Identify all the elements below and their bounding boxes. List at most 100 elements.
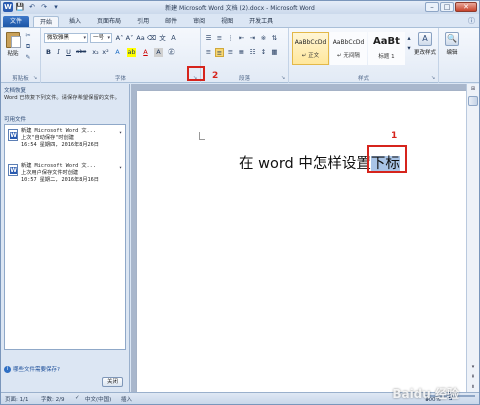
- list-item[interactable]: 新建 Microsoft Word 文... 上次用户保存文件时创建 10:57…: [7, 163, 123, 195]
- styles-more-icon[interactable]: ▾: [406, 44, 412, 53]
- italic-button[interactable]: I: [54, 48, 63, 57]
- clipboard-launcher-icon[interactable]: ↘: [33, 76, 38, 81]
- which-files-link[interactable]: i 哪些文件需要保存?: [4, 365, 60, 373]
- font-name-value: 微软雅黑: [47, 35, 70, 41]
- style-heading-1[interactable]: AaBt 标题 1: [368, 32, 405, 65]
- chevron-down-icon[interactable]: ▾: [119, 130, 122, 137]
- styles-scroll-icon[interactable]: ▴: [406, 34, 412, 43]
- char-shading-button[interactable]: A: [154, 48, 163, 57]
- tab-view[interactable]: 视图: [215, 16, 239, 27]
- distributed-icon[interactable]: ☷: [248, 48, 257, 57]
- phonetic-guide-icon[interactable]: 文: [158, 34, 167, 43]
- subscript-button[interactable]: x₂: [91, 48, 100, 57]
- tab-insert[interactable]: 插入: [63, 16, 87, 27]
- paste-button[interactable]: 粘贴: [5, 32, 21, 62]
- chinese-layout-icon[interactable]: ※: [259, 34, 268, 43]
- word-window: W 💾 ↶ ↷ ▾ 新建 Microsoft Word 文档 (2).docx …: [0, 0, 480, 405]
- tab-home[interactable]: 开始: [33, 16, 60, 27]
- tab-page-layout[interactable]: 页面布局: [91, 16, 127, 27]
- scroll-thumb[interactable]: [468, 96, 478, 106]
- change-styles-button[interactable]: A 更改样式: [413, 32, 437, 56]
- char-border-icon[interactable]: Ａ: [169, 34, 178, 43]
- line-spacing-icon[interactable]: ↕: [259, 48, 268, 57]
- shading-icon[interactable]: ▦: [270, 48, 279, 57]
- word-doc-icon: [8, 164, 18, 176]
- enclose-char-icon[interactable]: ㊣: [167, 48, 176, 57]
- shrink-font-icon[interactable]: A˅: [125, 34, 134, 43]
- bold-button[interactable]: B: [44, 48, 53, 57]
- superscript-button[interactable]: x²: [101, 48, 110, 57]
- next-page-icon[interactable]: ⇟: [467, 382, 479, 392]
- font-name-combo[interactable]: 微软雅黑 ▾: [44, 33, 88, 43]
- font-color-button[interactable]: A: [141, 48, 150, 57]
- tab-review[interactable]: 审阅: [187, 16, 211, 27]
- bullets-icon[interactable]: ☰: [204, 34, 213, 43]
- font-size-value: 一号: [93, 35, 105, 41]
- ruler-toggle-icon[interactable]: ⊞: [467, 84, 479, 94]
- font-group-label: 字体: [114, 76, 126, 82]
- increase-indent-icon[interactable]: ⇥: [248, 34, 257, 43]
- list-item[interactable]: 新建 Microsoft Word 文... 上次"自动保存"时创建 16:54…: [7, 128, 123, 160]
- help-icon[interactable]: ⓘ: [468, 16, 475, 26]
- copy-icon[interactable]: ⧉: [24, 43, 32, 51]
- tab-mailings[interactable]: 邮件: [159, 16, 183, 27]
- proofing-icon[interactable]: ✓: [75, 395, 80, 401]
- change-case-icon[interactable]: Aa: [136, 34, 145, 43]
- editing-group: 🔍 编辑: [439, 28, 465, 83]
- file-time: 10:57 星期二, 2016年8月16日: [21, 177, 99, 183]
- close-button[interactable]: ✕: [455, 2, 477, 12]
- scroll-down-icon[interactable]: ▾: [467, 362, 479, 372]
- strikethrough-button[interactable]: abe: [76, 48, 86, 57]
- align-right-icon[interactable]: ≡: [226, 48, 235, 57]
- align-center-icon[interactable]: ≡: [215, 48, 224, 57]
- change-styles-label: 更改样式: [413, 50, 436, 56]
- chevron-down-icon[interactable]: ▾: [119, 165, 122, 172]
- word-count[interactable]: 字数: 2/9: [41, 395, 64, 403]
- page-count[interactable]: 页面: 1/1: [5, 395, 28, 403]
- chevron-down-icon: ▾: [83, 35, 86, 41]
- language-indicator[interactable]: 中文(中国): [85, 395, 111, 403]
- font-size-combo[interactable]: 一号 ▾: [90, 33, 112, 43]
- clear-format-icon[interactable]: ⌫: [147, 34, 156, 43]
- file-desc: 上次用户保存文件时创建: [21, 170, 79, 176]
- decrease-indent-icon[interactable]: ⇤: [237, 34, 246, 43]
- tab-file[interactable]: 文件: [3, 16, 30, 27]
- cut-icon[interactable]: ✂: [24, 32, 32, 40]
- grow-font-icon[interactable]: A˄: [115, 34, 124, 43]
- prev-page-icon[interactable]: ⇞: [467, 372, 479, 382]
- maximize-button[interactable]: □: [440, 2, 454, 12]
- pane-close-button[interactable]: 关闭: [102, 377, 123, 387]
- tab-developer[interactable]: 开发工具: [243, 16, 279, 27]
- multilevel-list-icon[interactable]: ⋮: [226, 34, 235, 43]
- underline-button[interactable]: U: [64, 48, 73, 57]
- editing-button[interactable]: 🔍 编辑: [440, 32, 464, 56]
- numbering-icon[interactable]: ≡: [215, 34, 224, 43]
- align-left-icon[interactable]: ≡: [204, 48, 213, 57]
- ribbon: 粘贴 ✂ ⧉ ✎ 剪贴板 ↘ 微软雅黑 ▾ 一号 ▾ A˄ A˅ Aa ⌫ 文 Ａ: [1, 27, 479, 83]
- style-name: 标题 1: [378, 54, 395, 60]
- watermark: Baidu 经验: [392, 387, 459, 401]
- sort-icon[interactable]: ⇅: [270, 34, 279, 43]
- info-icon: i: [4, 365, 11, 373]
- insert-mode[interactable]: 插入: [121, 395, 132, 403]
- styles-group: AaBbCcDd ↵ 正文 AaBbCcDd ↵ 无间隔 AaBt 标题 1 ▴…: [289, 28, 439, 83]
- which-files-label: 哪些文件需要保存?: [13, 367, 60, 373]
- styles-launcher-icon[interactable]: ↘: [431, 76, 436, 81]
- vertical-scrollbar[interactable]: ⊞ ▾ ⇞ ⇟: [466, 84, 479, 392]
- pane-message: Word 已恢复下列文件。请保存希望保留的文件。: [4, 95, 120, 101]
- justify-icon[interactable]: ≣: [237, 48, 246, 57]
- paragraph-launcher-icon[interactable]: ↘: [281, 76, 286, 81]
- window-controls: – □ ✕: [425, 2, 477, 12]
- paste-label: 粘贴: [7, 51, 19, 57]
- highlight-color-button[interactable]: ab: [127, 48, 136, 57]
- format-painter-icon[interactable]: ✎: [24, 54, 32, 62]
- document-page[interactable]: 在 word 中怎样设置下标 1: [137, 91, 466, 392]
- file-name: 新建 Microsoft Word 文...: [21, 163, 96, 169]
- style-normal[interactable]: AaBbCcDd ↵ 正文: [292, 32, 329, 65]
- minimize-button[interactable]: –: [425, 2, 439, 12]
- style-no-spacing[interactable]: AaBbCcDd ↵ 无间隔: [330, 32, 367, 65]
- tab-references[interactable]: 引用: [131, 16, 155, 27]
- text-effects-button[interactable]: A: [113, 48, 122, 57]
- document-recovery-pane: 文档恢复 Word 已恢复下列文件。请保存希望保留的文件。 可用文件 新建 Mi…: [1, 84, 130, 392]
- ribbon-tabs: 文件 开始 插入 页面布局 引用 邮件 审阅 视图 开发工具 ⓘ: [1, 14, 479, 27]
